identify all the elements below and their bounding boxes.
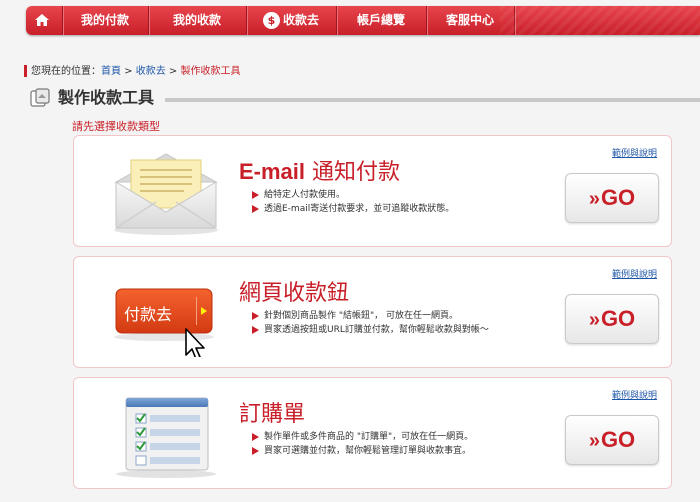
card-order-form-title: 訂購單 [239, 402, 306, 427]
breadcrumb-marker [24, 65, 27, 77]
nav-my-payments[interactable]: 我的付款 [62, 6, 150, 35]
page-title-rule [165, 98, 700, 102]
go-label: GO [600, 185, 636, 210]
nav-filler [500, 6, 700, 35]
card-web-button: 付款去 網頁收款鈕 針對個別商品製作 "結帳鈕"， 可放在任一網頁。 買家透過按… [73, 256, 672, 368]
select-type-hint: 請先選擇收款類型 [72, 120, 160, 133]
list-item: 透過E-mail寄送付款要求，並可追蹤收款狀態。 [252, 202, 454, 216]
card-email-title: E-mail 通知付款 [239, 154, 400, 186]
breadcrumb-current: 製作收款工具 [180, 66, 241, 77]
list-item: 給特定人付款使用。 [252, 188, 454, 202]
card-order-form: 訂購單 製作單件或多件商品的 "訂購單"，可放在任一網頁。 買家可選購並付款，幫… [73, 377, 672, 489]
double-chevron-icon: » [588, 188, 600, 210]
nav-customer-service-label: 客服中心 [445, 13, 494, 27]
nav-collect-label: 收款去 [282, 13, 319, 27]
breadcrumb-collect-link[interactable]: 收款去 [136, 66, 166, 77]
card-email-payment: E-mail 通知付款 給特定人付款使用。 透過E-mail寄送付款要求，並可追… [73, 135, 672, 247]
page-title-icon [30, 88, 50, 107]
card-web-button-example-link[interactable]: 範例與說明 [612, 267, 657, 280]
home-icon [35, 14, 49, 26]
nav-my-receipts-label: 我的收款 [172, 13, 221, 27]
list-item: 針對個別商品製作 "結帳鈕"， 可放在任一網頁。 [252, 309, 489, 323]
card-web-button-title: 網頁收款鈕 [239, 281, 350, 306]
double-chevron-icon: » [588, 309, 600, 331]
pay-button-label: 付款去 [124, 305, 173, 324]
order-form-icon [116, 397, 216, 478]
card-order-form-bullets: 製作單件或多件商品的 "訂購單"，可放在任一網頁。 買家可選購並付款，幫你輕鬆管… [252, 430, 473, 458]
page-title: 製作收款工具 [58, 88, 155, 107]
nav-home[interactable] [26, 6, 64, 35]
go-label: GO [600, 427, 636, 452]
card-email-bullets: 給特定人付款使用。 透過E-mail寄送付款要求，並可追蹤收款狀態。 [252, 188, 454, 216]
card-order-form-go-button[interactable]: » GO [565, 415, 659, 465]
breadcrumb: 您現在的位置：首頁 > 收款去 > 製作收款工具 [24, 62, 241, 77]
card-web-button-bullets: 針對個別商品製作 "結帳鈕"， 可放在任一網頁。 買家透過按鈕或URL訂購並付款… [252, 309, 489, 337]
nav-account-overview-label: 帳戶總覽 [356, 13, 405, 27]
list-item: 製作單件或多件商品的 "訂購單"，可放在任一網頁。 [252, 430, 473, 444]
double-chevron-icon: » [588, 430, 600, 452]
breadcrumb-prefix: 您現在的位置： [31, 66, 101, 77]
card-order-form-example-link[interactable]: 範例與說明 [612, 388, 657, 401]
card-email-example-link[interactable]: 範例與說明 [612, 146, 657, 159]
nav-account-overview[interactable]: 帳戶總覽 [336, 6, 428, 35]
breadcrumb-separator: > [165, 66, 181, 77]
card-web-button-go-button[interactable]: » GO [565, 294, 659, 344]
nav-my-receipts[interactable]: 我的收款 [148, 6, 248, 35]
coin-icon: $ [262, 12, 280, 29]
nav-collect[interactable]: $ 收款去 [246, 6, 338, 35]
list-item: 買家可選購並付款，幫你輕鬆管理訂單與收款事宜。 [252, 444, 473, 458]
nav-my-payments-label: 我的付款 [80, 13, 129, 27]
envelope-icon [114, 153, 218, 235]
breadcrumb-home-link[interactable]: 首頁 [101, 66, 121, 77]
card-email-title-latin: E-mail [239, 159, 306, 184]
card-email-go-button[interactable]: » GO [565, 173, 659, 223]
breadcrumb-separator: > [121, 66, 136, 77]
top-nav: 我的付款 我的收款 $ 收款去 帳戶總覽 客服中心 [26, 6, 700, 35]
card-email-title-text: 通知付款 [312, 160, 401, 185]
list-item: 買家透過按鈕或URL訂購並付款，幫你輕鬆收款與對帳～ [252, 323, 489, 337]
go-label: GO [600, 306, 636, 331]
